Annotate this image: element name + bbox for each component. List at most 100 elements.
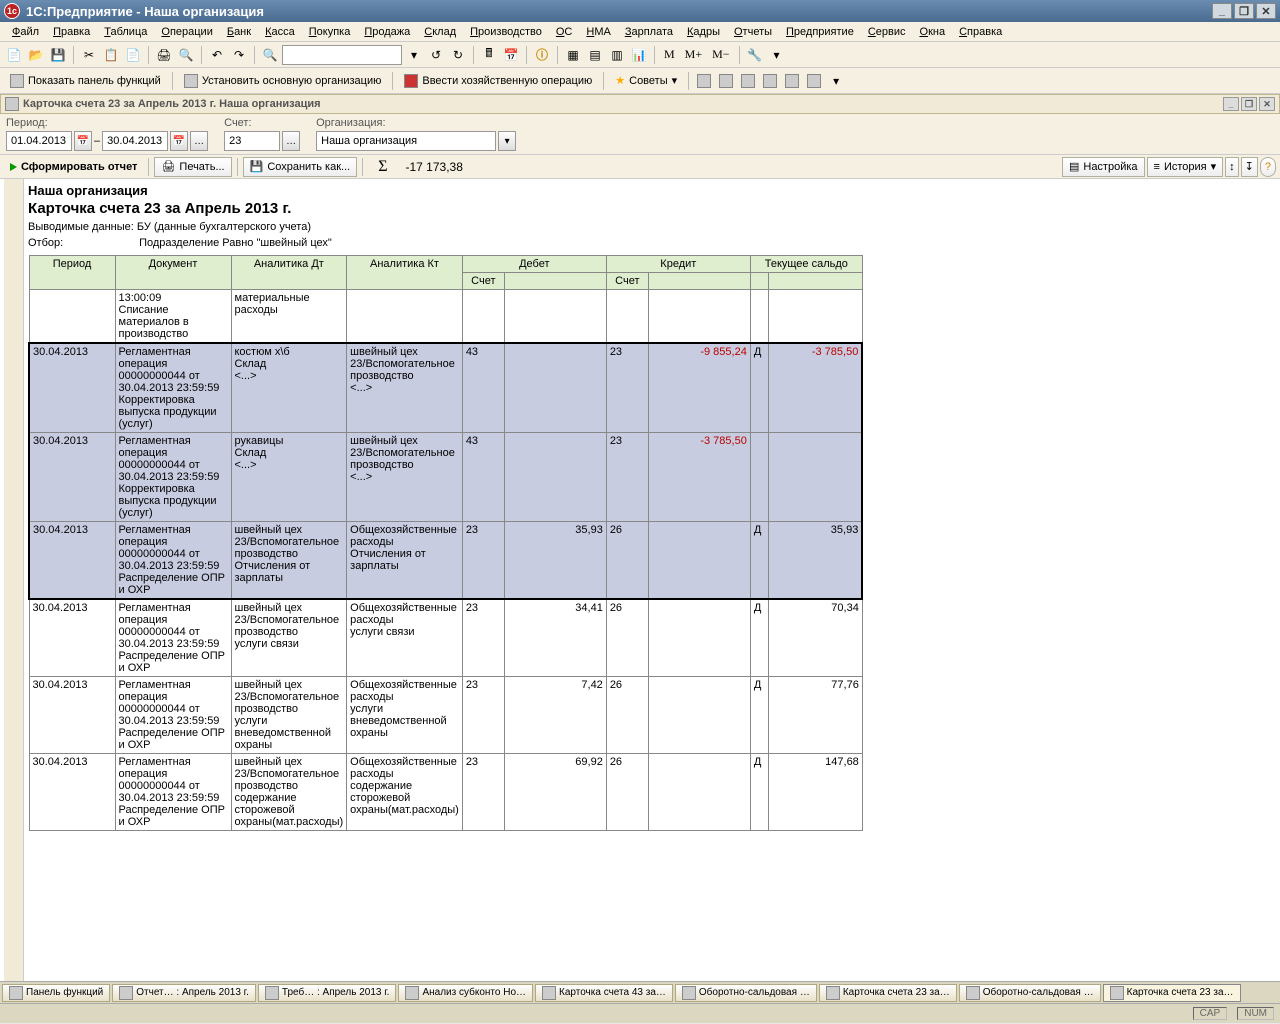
ext6-icon[interactable] [804, 71, 824, 91]
expand-button[interactable]: ↕ [1225, 157, 1239, 177]
show-panel-button[interactable]: Показать панель функций [4, 71, 167, 91]
doc-close-button[interactable]: ✕ [1259, 97, 1275, 111]
doc-restore-button[interactable]: ❐ [1241, 97, 1257, 111]
saveas-button[interactable]: 💾 Сохранить как... [243, 157, 358, 177]
table-row[interactable]: 30.04.2013Регламентная операция 00000000… [29, 433, 862, 522]
th-doc[interactable]: Документ [115, 256, 231, 290]
print-button[interactable]: 🖨 Печать... [154, 157, 231, 177]
open-icon[interactable]: 📂 [26, 45, 46, 65]
collapse-button[interactable]: ↧ [1241, 157, 1258, 177]
taskbar-item[interactable]: Карточка счета 23 за… [1103, 984, 1241, 1002]
period-select-button[interactable]: … [190, 131, 208, 151]
date-to-calendar-button[interactable]: 📅 [170, 131, 188, 151]
wrench-icon[interactable]: 🔧 [745, 45, 765, 65]
calendar-icon[interactable]: 📅 [501, 45, 521, 65]
save-icon[interactable]: 💾 [48, 45, 68, 65]
th-akt[interactable]: Аналитика Кт [347, 256, 463, 290]
redo-icon[interactable]: ↷ [229, 45, 249, 65]
date-from-input[interactable]: 01.04.2013 [6, 131, 72, 151]
menu-правка[interactable]: Правка [47, 25, 96, 39]
report-table[interactable]: Период Документ Аналитика Дт Аналитика К… [28, 255, 863, 831]
report3-icon[interactable]: ▥ [607, 45, 627, 65]
table-row[interactable]: 30.04.2013Регламентная операция 00000000… [29, 599, 862, 677]
ext2-icon[interactable] [716, 71, 736, 91]
tips-button[interactable]: ★Советы▾ [609, 71, 683, 91]
m-plus-button[interactable]: M+ [681, 45, 706, 65]
th-period[interactable]: Период [29, 256, 115, 290]
minimize-button[interactable]: _ [1212, 3, 1232, 19]
calc-icon[interactable]: 🖩 [479, 45, 499, 65]
tools-dropdown-icon[interactable]: ▾ [767, 45, 787, 65]
menu-банк[interactable]: Банк [221, 25, 257, 39]
set-org-button[interactable]: Установить основную организацию [178, 71, 388, 91]
menu-ос[interactable]: ОС [550, 25, 579, 39]
table-row[interactable]: 30.04.2013Регламентная операция 00000000… [29, 754, 862, 831]
taskbar-item[interactable]: Оборотно-сальдовая … [675, 984, 817, 1002]
menu-кадры[interactable]: Кадры [681, 25, 726, 39]
copy-icon[interactable]: 📋 [101, 45, 121, 65]
menu-нма[interactable]: НМА [580, 25, 616, 39]
org-dropdown-button[interactable]: ▾ [498, 131, 516, 151]
report-content[interactable]: Наша организация Карточка счета 23 за Ап… [0, 179, 1280, 981]
chart-icon[interactable]: 📊 [629, 45, 649, 65]
paste-icon[interactable]: 📄 [123, 45, 143, 65]
menu-таблица[interactable]: Таблица [98, 25, 153, 39]
taskbar-item[interactable]: Карточка счета 43 за… [535, 984, 673, 1002]
date-from-calendar-button[interactable]: 📅 [74, 131, 92, 151]
th-credit[interactable]: Кредит [606, 256, 750, 273]
taskbar-item[interactable]: Оборотно-сальдовая … [959, 984, 1101, 1002]
report2-icon[interactable]: ▤ [585, 45, 605, 65]
taskbar-item[interactable]: Треб… : Апрель 2013 г. [258, 984, 397, 1002]
menu-окна[interactable]: Окна [914, 25, 952, 39]
outline-gutter[interactable] [4, 179, 24, 981]
taskbar-item[interactable]: Анализ субконто Но… [398, 984, 533, 1002]
taskbar-item[interactable]: Отчет… : Апрель 2013 г. [112, 984, 256, 1002]
nav-fwd-icon[interactable]: ↻ [448, 45, 468, 65]
ext1-icon[interactable] [694, 71, 714, 91]
th-debit[interactable]: Дебет [462, 256, 606, 273]
menu-предприятие[interactable]: Предприятие [780, 25, 860, 39]
menu-файл[interactable]: Файл [6, 25, 45, 39]
th-balance[interactable]: Текущее сальдо [750, 256, 862, 273]
undo-icon[interactable]: ↶ [207, 45, 227, 65]
m-button[interactable]: M [660, 45, 679, 65]
menu-продажа[interactable]: Продажа [358, 25, 416, 39]
menu-сервис[interactable]: Сервис [862, 25, 912, 39]
form-report-button[interactable]: Сформировать отчет [4, 157, 143, 177]
menu-касса[interactable]: Касса [259, 25, 301, 39]
menu-операции[interactable]: Операции [155, 25, 218, 39]
enter-operation-button[interactable]: Ввести хозяйственную операцию [398, 71, 598, 91]
menu-покупка[interactable]: Покупка [303, 25, 357, 39]
history-button[interactable]: ≡ История ▾ [1147, 157, 1224, 177]
maximize-button[interactable]: ❐ [1234, 3, 1254, 19]
settings-button[interactable]: ▤ Настройка [1062, 157, 1145, 177]
th-adt[interactable]: Аналитика Дт [231, 256, 347, 290]
preview-icon[interactable]: 🔍 [176, 45, 196, 65]
new-icon[interactable]: 📄 [4, 45, 24, 65]
search-input[interactable] [282, 45, 402, 65]
dropdown-icon[interactable]: ▾ [404, 45, 424, 65]
ext4-icon[interactable] [760, 71, 780, 91]
ext7-icon[interactable]: ▾ [826, 71, 846, 91]
close-button[interactable]: ✕ [1256, 3, 1276, 19]
cut-icon[interactable]: ✂ [79, 45, 99, 65]
menu-производство[interactable]: Производство [464, 25, 548, 39]
nav-back-icon[interactable]: ↺ [426, 45, 446, 65]
ext5-icon[interactable] [782, 71, 802, 91]
account-select-button[interactable]: … [282, 131, 300, 151]
table-row[interactable]: 30.04.2013Регламентная операция 00000000… [29, 677, 862, 754]
table-row[interactable]: 30.04.2013Регламентная операция 00000000… [29, 522, 862, 600]
find-icon[interactable]: 🔍 [260, 45, 280, 65]
m-minus-button[interactable]: M− [708, 45, 733, 65]
ext3-icon[interactable] [738, 71, 758, 91]
account-input[interactable]: 23 [224, 131, 280, 151]
doc-minimize-button[interactable]: _ [1223, 97, 1239, 111]
taskbar-item[interactable]: Карточка счета 23 за… [819, 984, 957, 1002]
print-icon[interactable]: 🖨 [154, 45, 174, 65]
help-button[interactable]: ? [1260, 157, 1276, 177]
menu-отчеты[interactable]: Отчеты [728, 25, 778, 39]
th-dacc[interactable]: Счет [462, 273, 504, 290]
th-cacc[interactable]: Счет [606, 273, 648, 290]
menu-зарплата[interactable]: Зарплата [619, 25, 679, 39]
taskbar-item[interactable]: Панель функций [2, 984, 110, 1002]
